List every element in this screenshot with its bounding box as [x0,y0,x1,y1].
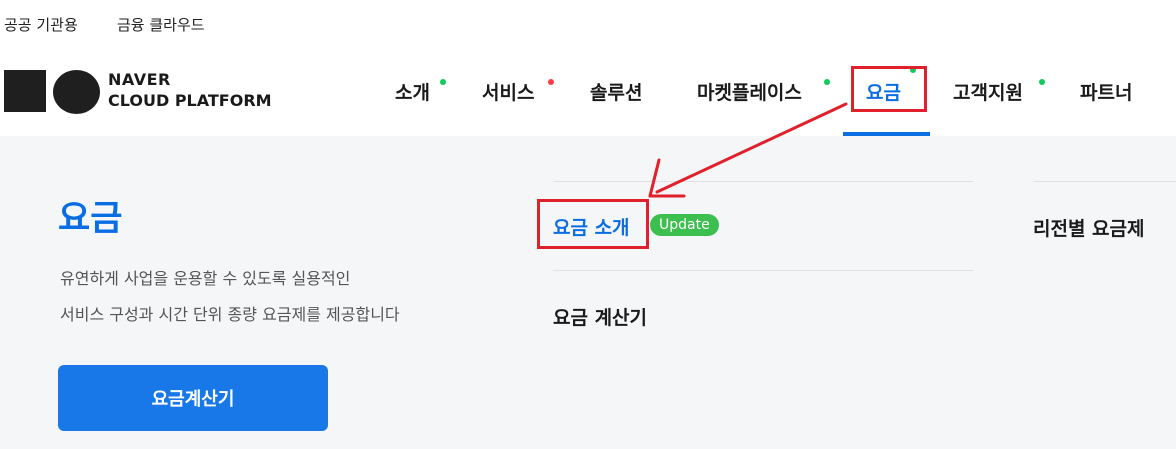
page-description-line1: 유연하게 사업을 운용할 수 있도록 실용적인 [60,269,351,288]
regional-pricing-link[interactable]: 리전별 요금제 [1033,214,1145,241]
nav-item-pricing[interactable]: 요금 [866,78,901,105]
new-indicator-dot [910,67,916,73]
logo-circle-icon [53,70,100,114]
finance-cloud-link[interactable]: 금융 클라우드 [117,14,205,35]
new-indicator-dot [1039,79,1045,85]
nav-item-partners[interactable]: 파트너 [1080,78,1132,105]
brand-name-line1: NAVER [108,70,171,89]
nav-item-intro[interactable]: 소개 [395,78,430,105]
nav-item-services[interactable]: 서비스 [482,78,534,105]
logo-square-icon [4,70,46,112]
new-indicator-dot [548,79,554,85]
active-tab-underline [843,132,930,136]
nav-item-solutions[interactable]: 솔루션 [590,78,642,105]
divider [553,270,973,271]
pricing-calculator-button[interactable]: 요금계산기 [58,365,328,431]
pricing-calculator-link[interactable]: 요금 계산기 [553,303,647,330]
utility-bar: 공공 기관용 금융 클라우드 [0,0,1176,46]
new-indicator-dot [824,79,830,85]
nav-item-marketplace[interactable]: 마켓플레이스 [697,78,802,105]
pricing-intro-link[interactable]: 요금 소개 [553,213,630,240]
brand-logo[interactable]: NAVER CLOUD PLATFORM [4,70,304,116]
nav-item-support[interactable]: 고객지원 [953,78,1023,105]
page-title: 요금 [58,199,123,239]
page-description-line2: 서비스 구성과 시간 단위 종량 요금제를 제공합니다 [60,305,400,324]
new-indicator-dot [440,79,446,85]
brand-name-line2: CLOUD PLATFORM [108,91,272,110]
main-header: NAVER CLOUD PLATFORM 소개 서비스 솔루션 마켓플레이스 요… [0,46,1176,136]
public-sector-link[interactable]: 공공 기관용 [4,14,78,35]
divider [1033,181,1176,182]
update-badge: Update [650,214,719,236]
divider [553,181,973,182]
